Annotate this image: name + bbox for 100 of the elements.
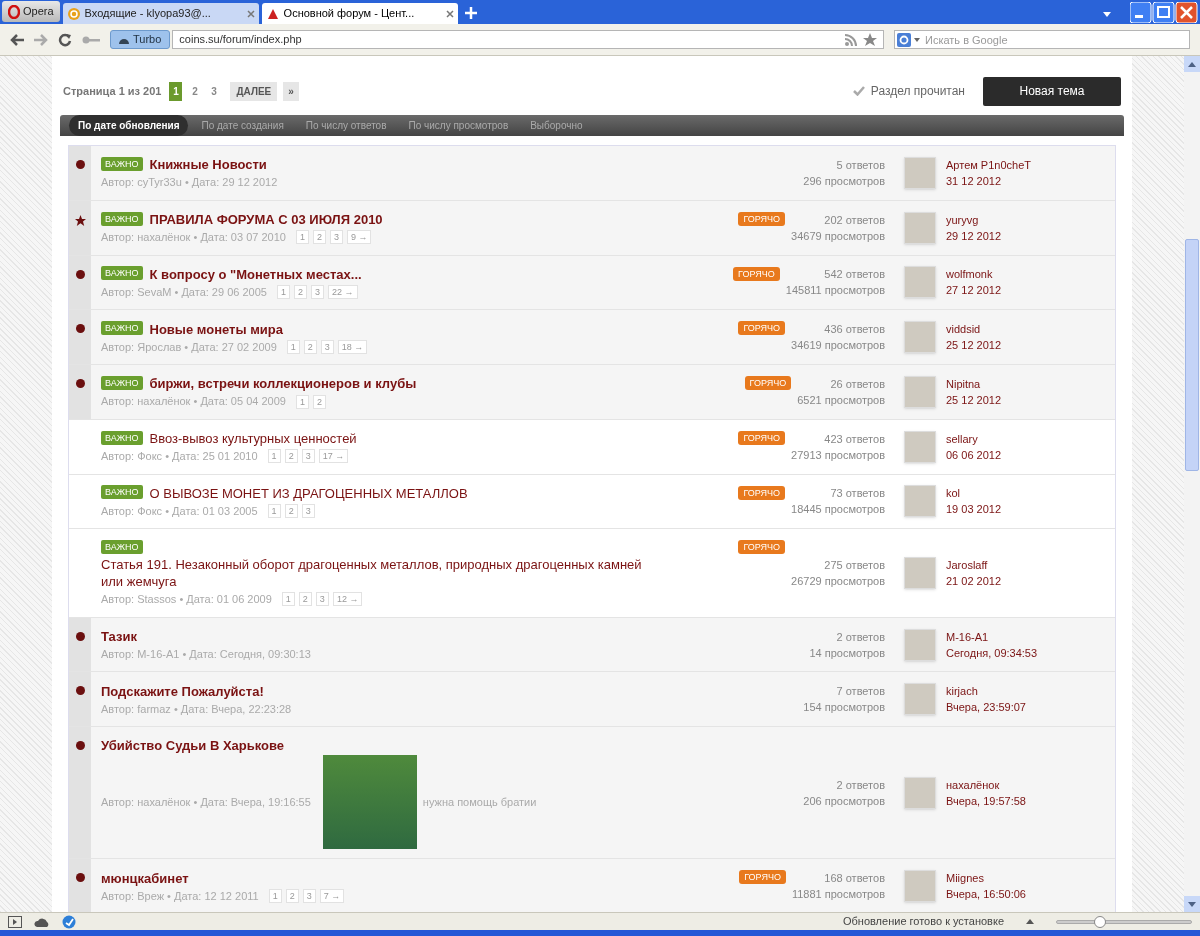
last-poster-link[interactable]: Jaroslaff <box>946 557 1002 573</box>
page-link[interactable]: 3 <box>207 81 221 101</box>
topic-meta: Автор: нахалёнок • Дата: 03 07 2010 <box>101 230 286 246</box>
sort-tab[interactable]: Выборочно <box>521 115 592 136</box>
close-tab-icon[interactable] <box>246 9 255 18</box>
reply-count: 5 ответов <box>836 157 885 173</box>
address-field[interactable]: coins.su/forum/index.php <box>172 30 884 49</box>
topic-page-link[interactable]: 2 <box>293 285 307 300</box>
topic-page-link[interactable]: 3 <box>301 449 315 464</box>
opera-menu-button[interactable]: Opera <box>2 1 60 22</box>
topic-page-link[interactable]: 1 <box>267 504 281 519</box>
last-poster-link[interactable]: sellary <box>946 430 1002 447</box>
topic-title-link[interactable]: К вопросу о "Монетных местах... <box>149 265 362 283</box>
topic-page-link[interactable]: 1 <box>295 394 309 409</box>
topic-page-link[interactable]: 9 → <box>346 230 372 245</box>
topic-page-link[interactable]: 3 <box>329 230 343 245</box>
topic-page-link[interactable]: 18 → <box>337 339 368 354</box>
avatar-placeholder <box>904 430 936 463</box>
topic-page-link[interactable]: 3 <box>301 504 315 519</box>
last-poster-link[interactable]: yuryvg <box>946 211 1002 228</box>
last-poster-link[interactable]: Артем P1n0cheT <box>946 156 1031 173</box>
topic-page-link[interactable]: 2 <box>284 449 298 464</box>
topic-title-link[interactable]: Новые монеты мира <box>149 320 283 338</box>
avatar-placeholder <box>904 870 936 903</box>
topic-title-link[interactable]: Ввоз-вывоз культурных ценностей <box>149 430 357 448</box>
browser-tab[interactable]: Входящие - klyopa93@... <box>62 3 259 24</box>
expand-up-icon[interactable] <box>1026 919 1034 924</box>
topic-title-link[interactable]: Статья 191. Незаконный оборот драгоценных металлов, природных драгоценных камней или жемчуга <box>101 556 666 591</box>
topic-title-link[interactable]: ПРАВИЛА ФОРУМА С 03 ИЮЛЯ 2010 <box>149 211 383 229</box>
new-tab-icon[interactable] <box>464 7 477 19</box>
turbo-button[interactable]: Turbo <box>110 30 171 49</box>
topic-page-link[interactable]: 3 <box>320 339 334 354</box>
avatar-placeholder <box>904 776 936 809</box>
panel-toggle-icon[interactable] <box>8 915 22 928</box>
last-poster-link[interactable]: kirjach <box>946 683 1026 700</box>
pinned-badge: ВАЖНО <box>101 430 143 445</box>
topic-title-link[interactable]: Подскажите Пожалуйста! <box>101 682 264 700</box>
topic-page-link[interactable]: 2 <box>312 230 326 245</box>
topic-page-link[interactable]: 12 → <box>332 592 363 607</box>
topic-page-link[interactable]: 3 <box>315 592 329 607</box>
scroll-down-icon[interactable] <box>1184 896 1200 912</box>
topic-page-link[interactable]: 2 <box>312 394 326 409</box>
topic-title-link[interactable]: Книжные Новости <box>149 156 267 174</box>
topic-title-link[interactable]: О ВЫВОЗЕ МОНЕТ ИЗ ДРАГОЦЕННЫХ МЕТАЛЛОВ <box>149 484 468 502</box>
avatar-placeholder <box>904 321 936 354</box>
last-post-date: 21 02 2012 <box>946 574 1002 589</box>
scroll-thumb[interactable] <box>1185 239 1199 471</box>
topic-title-link[interactable]: биржи, встречи коллекционеров и клубы <box>149 375 417 393</box>
topic-title-link[interactable]: Тазик <box>101 627 137 645</box>
topic-page-link[interactable]: 2 <box>284 504 298 519</box>
reply-count: 2 ответов <box>836 777 885 793</box>
topic-page-link[interactable]: 22 → <box>328 285 358 300</box>
sort-tab[interactable]: По числу ответов <box>296 115 396 136</box>
topic-page-link[interactable]: 1 <box>267 449 281 464</box>
last-poster-link[interactable]: viddsid <box>946 321 1002 338</box>
reload-icon[interactable] <box>58 32 72 47</box>
topic-page-link[interactable]: 1 <box>281 592 295 607</box>
topic-page-link[interactable]: 7 → <box>319 888 345 903</box>
view-count: 27913 просмотров <box>791 447 885 463</box>
page-link[interactable]: 2 <box>188 81 202 101</box>
next-page-button[interactable]: ДАЛЕЕ <box>230 81 278 101</box>
window-controls-icon[interactable] <box>1130 2 1198 23</box>
topic-page-link[interactable]: 17 → <box>318 449 349 464</box>
last-poster-link[interactable]: M-16-A1 <box>946 628 1038 645</box>
last-poster-link[interactable]: kol <box>946 485 1002 502</box>
topic-page-link[interactable]: 2 <box>298 592 312 607</box>
topic-title-link[interactable]: Убийство Судьи В Харькове <box>101 737 285 755</box>
scroll-up-icon[interactable] <box>1184 56 1200 72</box>
topic-meta: Автор: Фокс • Дата: 25 01 2010 <box>101 449 258 465</box>
sort-tab[interactable]: По дате создания <box>192 115 293 136</box>
new-topic-button[interactable]: Новая тема <box>983 76 1121 106</box>
topic-page-link[interactable]: 1 <box>295 230 309 245</box>
rss-icon[interactable] <box>845 33 857 46</box>
topic-page-link[interactable]: 1 <box>286 339 300 354</box>
topic-page-link[interactable]: 2 <box>285 888 299 903</box>
browser-tab[interactable]: Основной форум - Цент... <box>261 3 458 24</box>
search-box[interactable]: Искать в Google <box>894 30 1190 49</box>
topic-page-link[interactable]: 1 <box>268 888 282 903</box>
sort-tab[interactable]: По дате обновления <box>69 115 189 136</box>
search-engine-icon[interactable] <box>897 32 921 47</box>
page-link[interactable]: 1 <box>169 81 183 101</box>
topic-page-link[interactable]: 3 <box>310 285 324 300</box>
topic-page-link[interactable]: 1 <box>276 285 290 300</box>
last-poster-link[interactable]: wolfmonk <box>946 266 1002 283</box>
search-field[interactable]: Искать в Google <box>925 31 1187 48</box>
mark-read-button[interactable]: Раздел прочитан <box>852 82 965 100</box>
back-icon[interactable] <box>10 33 24 46</box>
topic-title-link[interactable]: мюнцкабинет <box>101 869 189 887</box>
star-icon[interactable] <box>863 33 877 46</box>
topic-page-link[interactable]: 2 <box>303 339 317 354</box>
close-tab-icon[interactable] <box>445 9 454 18</box>
dropdown-icon[interactable] <box>1103 12 1111 17</box>
zoom-slider-thumb[interactable] <box>1093 915 1106 928</box>
last-poster-link[interactable]: Miignes <box>946 870 1026 887</box>
last-page-button[interactable]: » <box>283 81 299 101</box>
cloud-icon[interactable] <box>34 916 50 927</box>
sort-tab[interactable]: По числу просмотров <box>399 115 518 136</box>
topic-page-link[interactable]: 3 <box>302 888 316 903</box>
last-poster-link[interactable]: Nipitna <box>946 375 1002 392</box>
last-poster-link[interactable]: нахалёнок <box>946 776 1026 793</box>
